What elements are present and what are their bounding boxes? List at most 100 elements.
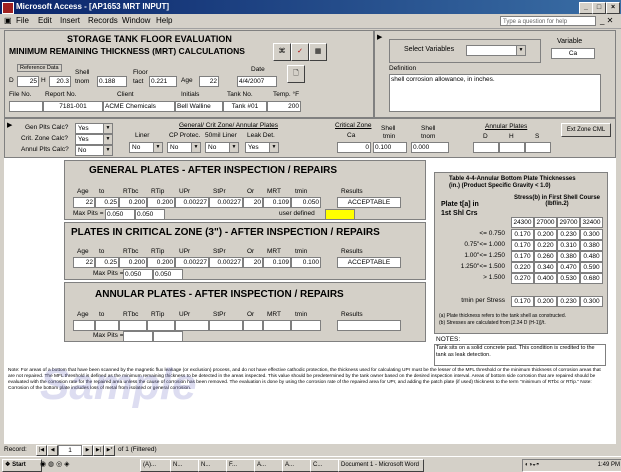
access-app-icon[interactable] (2, 2, 14, 14)
ext-zone-cml-button[interactable]: Ext Zone CML (561, 123, 611, 137)
gen-plts-calc-combo[interactable]: Yes ▼ (75, 123, 113, 134)
menu-help[interactable]: Help (156, 16, 172, 25)
d-field[interactable]: 25 (17, 76, 39, 87)
new-record-button[interactable]: ▶* (104, 445, 115, 456)
maximize-button[interactable]: □ (592, 2, 606, 14)
row-selector-arrow[interactable]: ▶ (7, 121, 12, 129)
critical-mrt-field[interactable]: 0.109 (263, 257, 291, 268)
shell-tmin-field[interactable]: 0.100 (373, 142, 407, 153)
close-button[interactable]: × (606, 2, 620, 14)
annular-tmin-field[interactable] (291, 320, 321, 331)
dropdown-arrow-icon[interactable]: ▼ (229, 143, 238, 152)
tank-no-field[interactable]: Tank #01 (223, 101, 267, 112)
annular-age-field[interactable] (73, 320, 95, 331)
menu-file[interactable]: File (16, 16, 29, 25)
leak-det-combo[interactable]: Yes ▼ (245, 142, 279, 153)
annular-rtip-field[interactable] (147, 320, 175, 331)
50mil-liner-combo[interactable]: No ▼ (205, 142, 239, 153)
general-to-field[interactable]: 0.25 (95, 197, 119, 208)
menu-insert[interactable]: Insert (60, 16, 80, 25)
last-record-button[interactable]: ▶| (93, 445, 104, 456)
general-max-pits-1[interactable]: 0.050 (105, 209, 135, 220)
check-button[interactable]: ✓ (291, 43, 309, 61)
general-rtip-field[interactable]: 0.200 (147, 197, 175, 208)
dropdown-arrow-icon[interactable]: ▼ (191, 143, 200, 152)
critical-tmin-field[interactable]: 0.100 (291, 257, 321, 268)
age-field[interactable]: 22 (199, 76, 219, 87)
crit-zone-calc-combo[interactable]: Yes ▼ (75, 134, 113, 145)
quick-launch-icons[interactable]: ◉ ◍ ◎ ◈ (40, 460, 70, 468)
annul-plts-calc-combo[interactable]: No ▼ (75, 145, 113, 156)
annular-stpr-field[interactable] (209, 320, 243, 331)
general-mrt-field[interactable]: 0.109 (263, 197, 291, 208)
critical-upr-field[interactable]: 0.00227 (175, 257, 209, 268)
annular-max-pits-1[interactable] (123, 331, 153, 342)
annular-d-field[interactable] (473, 142, 499, 153)
dropdown-arrow-icon[interactable]: ▼ (103, 135, 112, 144)
file-no-field[interactable] (9, 101, 43, 112)
general-rtbc-field[interactable]: 0.200 (119, 197, 147, 208)
critical-rtbc-field[interactable]: 0.200 (119, 257, 147, 268)
annular-results-field[interactable] (337, 320, 401, 331)
liner-combo[interactable]: No ▼ (129, 142, 163, 153)
select-variables-combo[interactable]: ▼ (466, 45, 526, 56)
critical-max-pits-1[interactable]: 0.050 (123, 269, 153, 280)
critical-results-field[interactable]: ACCEPTABLE (337, 257, 401, 268)
user-defined-field[interactable] (325, 209, 355, 220)
general-stpr-field[interactable]: 0.00227 (209, 197, 243, 208)
client-field[interactable]: ACME Chemicals (103, 101, 175, 112)
general-age-field[interactable]: 22 (73, 197, 95, 208)
critical-max-pits-2[interactable]: 0.050 (153, 269, 183, 280)
definition-field[interactable]: shell corrosion allowance, in inches. (389, 74, 601, 112)
record-selector-arrow[interactable]: ▶ (377, 33, 382, 41)
next-record-button[interactable]: ▶ (82, 445, 93, 456)
form-icon[interactable]: ▣ (4, 16, 12, 25)
annular-upr-field[interactable] (175, 320, 209, 331)
help-search-input[interactable]: Type a question for help (500, 16, 596, 26)
form-close-icon[interactable]: _ ✕ (600, 16, 613, 25)
notes-field[interactable]: Tank sits on a solid concrete pad. This … (434, 344, 606, 366)
shell-tnom-field[interactable]: 0.188 (97, 76, 127, 87)
shell-tnom-field2[interactable]: 0.000 (411, 142, 449, 153)
dropdown-arrow-icon[interactable]: ▼ (103, 146, 112, 155)
annular-h-field[interactable] (499, 142, 525, 153)
report-button[interactable]: 🗋 (287, 65, 305, 83)
general-or-field[interactable]: 20 (243, 197, 263, 208)
taskbar-item[interactable]: (A)... (140, 459, 174, 472)
first-record-button[interactable]: |◀ (36, 445, 47, 456)
variable-field[interactable]: Ca (551, 48, 595, 59)
minimize-button[interactable]: _ (579, 2, 593, 14)
critical-or-field[interactable]: 20 (243, 257, 263, 268)
menu-records[interactable]: Records (88, 16, 118, 25)
menu-edit[interactable]: Edit (38, 16, 52, 25)
annular-to-field[interactable] (95, 320, 119, 331)
critical-stpr-field[interactable]: 0.00227 (209, 257, 243, 268)
temp-field[interactable]: 200 (267, 101, 301, 112)
critical-to-field[interactable]: 0.25 (95, 257, 119, 268)
annular-max-pits-2[interactable] (153, 331, 183, 342)
calc-button[interactable]: ⌘ (273, 43, 291, 61)
dropdown-arrow-icon[interactable]: ▼ (269, 143, 278, 152)
initials-field[interactable]: Bell Walline (175, 101, 223, 112)
dropdown-arrow-icon[interactable]: ▼ (153, 143, 162, 152)
critical-rtip-field[interactable]: 0.200 (147, 257, 175, 268)
general-upr-field[interactable]: 0.00227 (175, 197, 209, 208)
record-number-field[interactable]: 1 (58, 445, 82, 456)
general-results-field[interactable]: ACCEPTABLE (337, 197, 401, 208)
annular-rtbc-field[interactable] (119, 320, 147, 331)
general-tmin-field[interactable]: 0.050 (291, 197, 321, 208)
cp-protec-combo[interactable]: No ▼ (167, 142, 201, 153)
dropdown-arrow-icon[interactable]: ▼ (103, 124, 112, 133)
start-button[interactable]: ❖ Start (2, 459, 42, 472)
annular-or-field[interactable] (243, 320, 263, 331)
taskbar-item[interactable]: Document 1 - Microsoft Word (338, 459, 424, 472)
dropdown-arrow-icon[interactable]: ▼ (516, 46, 525, 55)
annular-mrt-field[interactable] (263, 320, 291, 331)
date-field[interactable]: 4/4/2007 (237, 76, 277, 87)
annular-s-field[interactable] (525, 142, 551, 153)
general-max-pits-2[interactable]: 0.050 (135, 209, 165, 220)
ca-field[interactable]: 0 (337, 142, 371, 153)
h-field[interactable]: 20.3 (49, 76, 71, 87)
tray-icons[interactable]: ◐◑◒◓ (525, 462, 540, 468)
table-button[interactable]: ▦ (309, 43, 327, 61)
